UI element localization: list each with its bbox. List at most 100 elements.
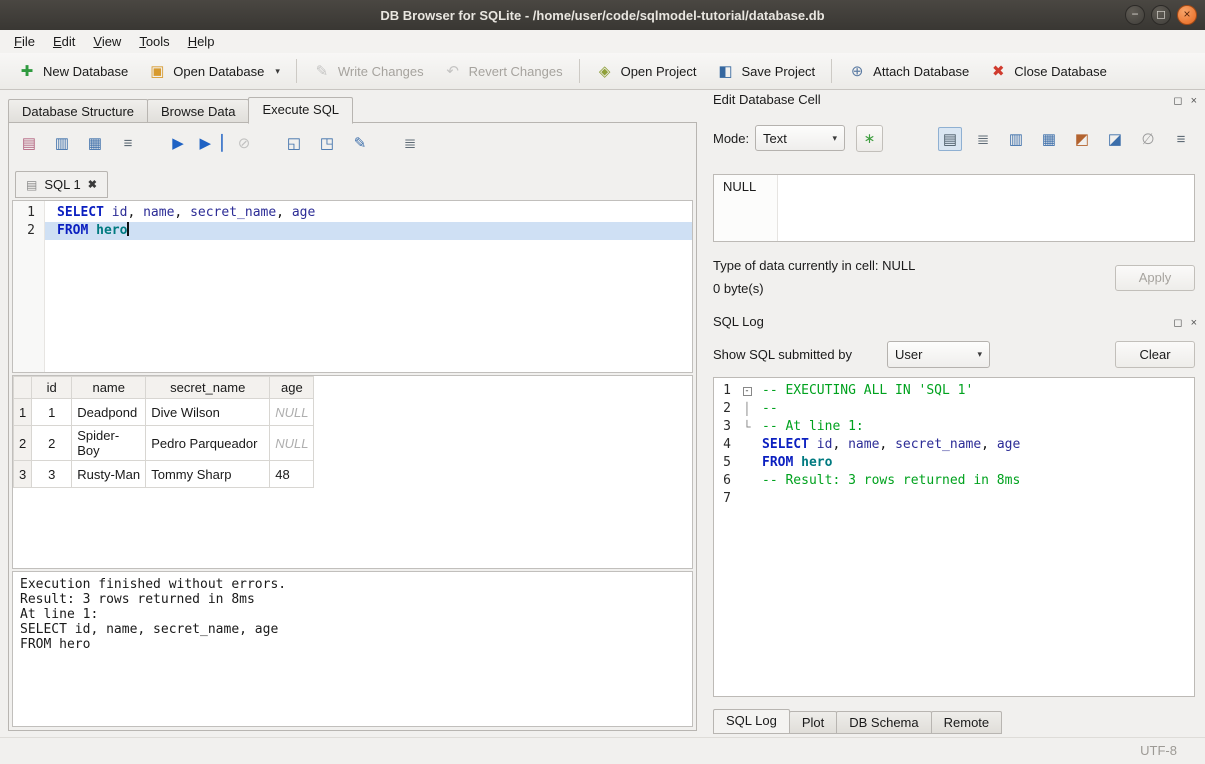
log-filter-label: Show SQL submitted by xyxy=(713,347,852,362)
menu-file[interactable]: File xyxy=(5,32,44,51)
set-null-icon: ∅ xyxy=(1139,130,1157,148)
toolbar-separator xyxy=(831,59,832,83)
text-document-button[interactable]: ▤ xyxy=(938,127,962,151)
save-sql-file-button[interactable]: ▦ xyxy=(83,131,107,155)
open-project-button[interactable]: ◈Open Project xyxy=(586,57,707,85)
mode-settings-icon: ∗ xyxy=(864,130,876,147)
float-panel-icon[interactable]: ◻ xyxy=(1173,316,1182,329)
execute-all-button[interactable]: ▶ xyxy=(166,131,190,155)
revert-changes-button[interactable]: ↶Revert Changes xyxy=(434,57,573,85)
clear-log-button[interactable]: Clear xyxy=(1115,341,1195,368)
row-number[interactable]: 2 xyxy=(14,426,32,461)
new-sql-tab-button[interactable]: ▤ xyxy=(17,131,41,155)
cell[interactable]: Dive Wilson xyxy=(146,399,270,426)
minimize-button[interactable]: − xyxy=(1125,5,1145,25)
export-file-button[interactable]: ◪ xyxy=(1103,127,1127,151)
cell[interactable]: 48 xyxy=(270,461,314,488)
new-database-button[interactable]: ✚New Database xyxy=(8,57,138,85)
log-line-text: -- xyxy=(758,400,1194,418)
export-results-button[interactable]: ◳ xyxy=(315,131,339,155)
apply-button[interactable]: Apply xyxy=(1115,265,1195,291)
open-query-new-tab-icon: ◱ xyxy=(285,134,303,152)
cell[interactable]: 1 xyxy=(32,399,72,426)
paste-button[interactable]: ▦ xyxy=(1037,127,1061,151)
cell-value-editor[interactable]: NULL xyxy=(713,174,1195,242)
word-wrap-icon: ≣ xyxy=(401,134,419,152)
open-query-new-tab-button[interactable]: ◱ xyxy=(282,131,306,155)
log-line: 2│-- xyxy=(714,400,1194,418)
attach-database-button[interactable]: ⊕Attach Database xyxy=(838,57,979,85)
mode-select[interactable]: Text ▾ xyxy=(755,125,845,151)
close-database-label: Close Database xyxy=(1014,64,1107,79)
sql-log-view[interactable]: 1--- EXECUTING ALL IN 'SQL 1'2│--3└-- At… xyxy=(713,377,1195,697)
copy-button[interactable]: ▥ xyxy=(1004,127,1028,151)
log-line-text: FROM hero xyxy=(758,454,1194,472)
cell[interactable]: Pedro Parqueador xyxy=(146,426,270,461)
open-database-dropdown-arrow[interactable]: ▾ xyxy=(275,66,280,77)
stop-button[interactable]: ⊘ xyxy=(232,131,256,155)
set-null-button[interactable]: ∅ xyxy=(1136,127,1160,151)
window-title: DB Browser for SQLite - /home/user/code/… xyxy=(380,8,824,23)
open-database-label: Open Database xyxy=(173,64,264,79)
close-database-button[interactable]: ✖Close Database xyxy=(979,57,1117,85)
float-panel-icon[interactable]: ◻ xyxy=(1173,94,1182,107)
column-header-age[interactable]: age xyxy=(270,377,314,399)
word-wrap-button[interactable]: ≣ xyxy=(971,127,995,151)
cell[interactable]: Tommy Sharp xyxy=(146,461,270,488)
write-changes-icon: ✎ xyxy=(313,62,331,80)
sql-editor[interactable]: 1SELECT id, name, secret_name, age2FROM … xyxy=(12,200,693,373)
dock-tab-remote[interactable]: Remote xyxy=(931,711,1003,734)
close-panel-icon[interactable]: × xyxy=(1191,317,1197,329)
cell[interactable]: Rusty-Man xyxy=(72,461,146,488)
chevron-down-icon: ▾ xyxy=(977,349,982,360)
open-database-button[interactable]: ▣Open Database▾ xyxy=(138,57,290,85)
cell[interactable]: 2 xyxy=(32,426,72,461)
write-changes-button[interactable]: ✎Write Changes xyxy=(303,57,434,85)
close-tab-button[interactable]: ✖ xyxy=(88,178,97,191)
column-header-id[interactable]: id xyxy=(32,377,72,399)
save-project-button[interactable]: ◧Save Project xyxy=(706,57,825,85)
import-file-button[interactable]: ◩ xyxy=(1070,127,1094,151)
menu-view[interactable]: View xyxy=(84,32,130,51)
word-wrap-button[interactable]: ≣ xyxy=(398,131,422,155)
menu-edit[interactable]: Edit xyxy=(44,32,84,51)
tab-browse-data[interactable]: Browse Data xyxy=(147,99,249,123)
dock-tab-plot[interactable]: Plot xyxy=(789,711,837,734)
cell-type-info: Type of data currently in cell: NULL xyxy=(713,258,915,273)
close-button[interactable]: × xyxy=(1177,5,1197,25)
dock-tab-db-schema[interactable]: DB Schema xyxy=(836,711,931,734)
tab-database-structure[interactable]: Database Structure xyxy=(8,99,148,123)
row-number[interactable]: 3 xyxy=(14,461,32,488)
toolbar-separator xyxy=(579,59,580,83)
titlebar[interactable]: DB Browser for SQLite - /home/user/code/… xyxy=(0,0,1205,30)
menu-help[interactable]: Help xyxy=(179,32,224,51)
cell[interactable]: NULL xyxy=(270,426,314,461)
cell[interactable]: NULL xyxy=(270,399,314,426)
log-filter-select[interactable]: User ▾ xyxy=(887,341,990,368)
print-button[interactable]: ≡ xyxy=(116,131,140,155)
table-row: 33Rusty-ManTommy Sharp48 xyxy=(14,461,314,488)
row-number[interactable]: 1 xyxy=(14,399,32,426)
open-project-icon: ◈ xyxy=(596,62,614,80)
main-toolbar: ✚New Database▣Open Database▾✎Write Chang… xyxy=(0,53,1205,90)
print-button[interactable]: ≡ xyxy=(1169,127,1193,151)
open-sql-file-button[interactable]: ▥ xyxy=(50,131,74,155)
cell[interactable]: Spider-Boy xyxy=(72,426,146,461)
fold-indicator: └ xyxy=(736,418,758,436)
maximize-button[interactable]: ◻ xyxy=(1151,5,1171,25)
log-line-text: -- EXECUTING ALL IN 'SQL 1' xyxy=(758,382,1194,400)
close-panel-icon[interactable]: × xyxy=(1191,95,1197,107)
table-row: 22Spider-BoyPedro ParqueadorNULL xyxy=(14,426,314,461)
column-header-name[interactable]: name xyxy=(72,377,146,399)
cell[interactable]: Deadpond xyxy=(72,399,146,426)
dock-tab-sql-log[interactable]: SQL Log xyxy=(713,709,790,734)
find-replace-button[interactable]: ✎ xyxy=(348,131,372,155)
tab-sql-1[interactable]: ▤ SQL 1 ✖ xyxy=(15,171,108,198)
column-header-secret_name[interactable]: secret_name xyxy=(146,377,270,399)
main-tab-bar: Database StructureBrowse DataExecute SQL xyxy=(8,97,352,123)
menu-tools[interactable]: Tools xyxy=(130,32,178,51)
cell[interactable]: 3 xyxy=(32,461,72,488)
tab-execute-sql[interactable]: Execute SQL xyxy=(248,97,353,124)
execute-current-line-button[interactable]: ▶▕ xyxy=(199,131,223,155)
mode-settings-button[interactable]: ∗ xyxy=(856,125,883,152)
